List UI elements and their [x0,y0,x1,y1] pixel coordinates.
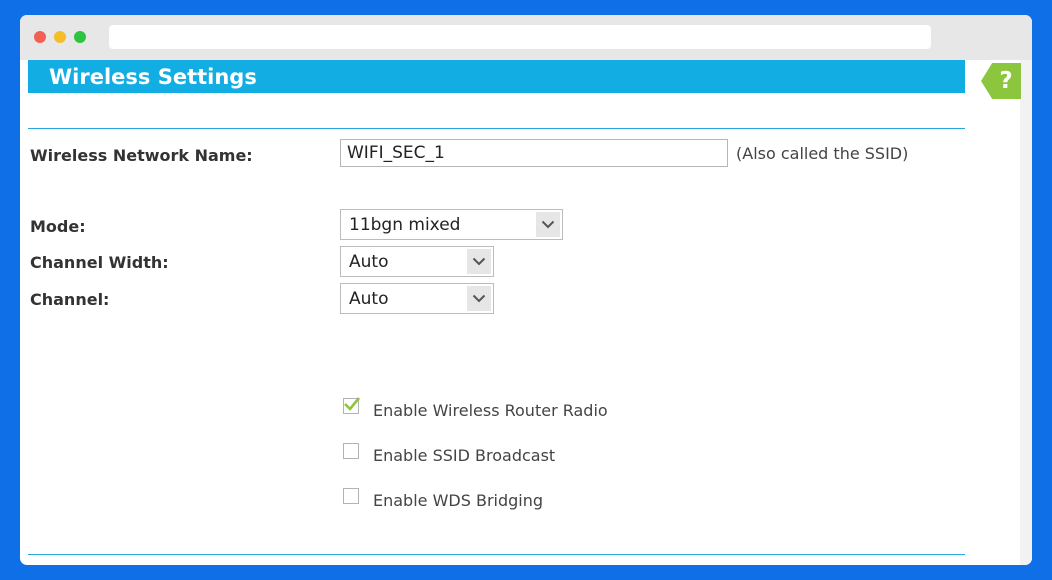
channel-select[interactable]: Auto [340,283,494,314]
enable-wds-label: Enable WDS Bridging [373,491,544,510]
chevron-down-icon [467,286,491,311]
channel-width-label: Channel Width: [30,253,169,272]
page-header: Wireless Settings [28,60,965,93]
channel-selected-value: Auto [349,289,389,309]
channel-width-selected-value: Auto [349,252,389,272]
scrollbar[interactable] [1020,60,1032,565]
help-button[interactable]: ? [981,63,1021,99]
chevron-down-icon [467,249,491,274]
ssid-label: Wireless Network Name: [30,146,253,165]
browser-window: ? Wireless Settings Wireless Network Nam… [20,15,1032,565]
check-icon [344,397,361,411]
help-icon: ? [999,68,1013,94]
enable-wds-checkbox[interactable] [343,488,359,504]
enable-radio-checkbox[interactable] [343,397,361,414]
enable-ssid-broadcast-checkbox[interactable] [343,443,359,459]
mode-label: Mode: [30,217,86,236]
divider-bottom [28,554,965,555]
enable-ssid-broadcast-label: Enable SSID Broadcast [373,446,556,465]
window-titlebar [20,15,1032,60]
mode-selected-value: 11bgn mixed [349,215,461,235]
channel-width-select[interactable]: Auto [340,246,494,277]
enable-radio-label: Enable Wireless Router Radio [373,401,608,420]
divider-top [28,128,965,129]
chevron-down-icon [536,212,560,237]
maximize-window-button[interactable] [74,31,86,43]
address-bar[interactable] [109,25,931,49]
channel-label: Channel: [30,290,110,309]
ssid-hint: (Also called the SSID) [736,144,909,163]
mode-select[interactable]: 11bgn mixed [340,209,563,240]
minimize-window-button[interactable] [54,31,66,43]
close-window-button[interactable] [34,31,46,43]
ssid-input[interactable] [340,139,728,167]
page-title: Wireless Settings [49,65,257,89]
